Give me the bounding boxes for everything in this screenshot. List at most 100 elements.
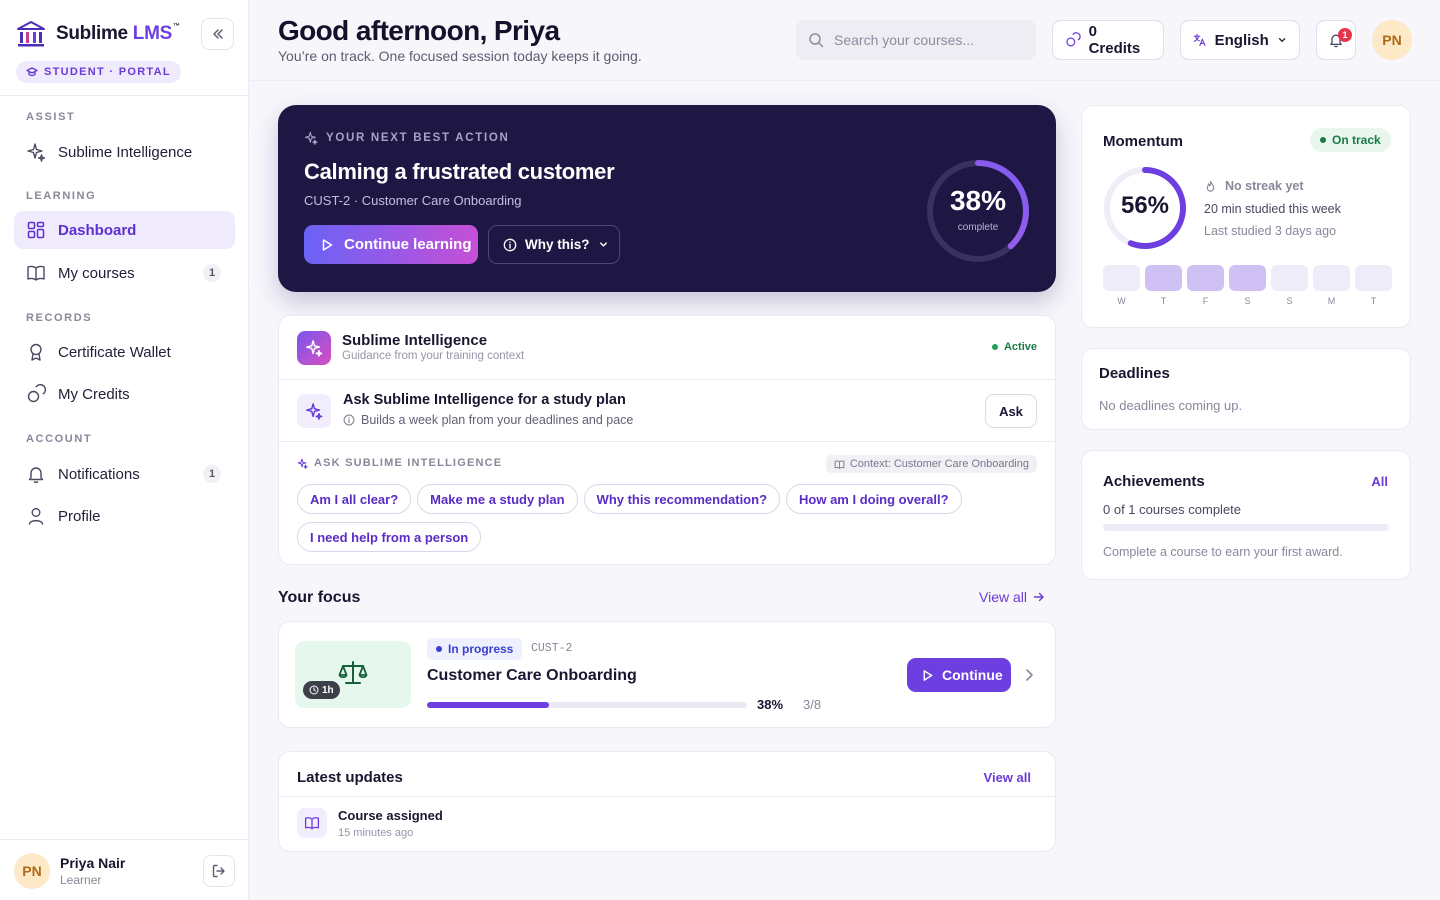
momentum-percent: 56% — [1120, 192, 1170, 219]
course-card[interactable]: 1h In progress CUST-2 Customer Care Onbo… — [278, 621, 1056, 728]
updates-view-all-link[interactable]: View all — [984, 770, 1031, 785]
why-this-label: Why this? — [525, 237, 590, 252]
course-progress-fill — [427, 702, 549, 708]
sidebar-item-sublime-intelligence[interactable]: Sublime Intelligence — [14, 133, 235, 171]
continue-button[interactable]: Continue — [907, 658, 1011, 692]
study-plan-suggestion: Ask Sublime Intelligence for a study pla… — [279, 380, 1055, 442]
deadlines-title: Deadlines — [1099, 365, 1170, 382]
course-progress-percent: 38% — [757, 697, 784, 712]
day-activity-box — [1145, 265, 1182, 291]
portal-badge-label: STUDENT · PORTAL — [44, 66, 171, 78]
course-progress-bar — [427, 702, 747, 708]
week-activity: W T F S S M T — [1103, 265, 1392, 306]
course-progress-ring: 38% complete — [924, 157, 1032, 265]
credits-button[interactable]: 0 Credits — [1052, 20, 1164, 60]
sidebar-item-dashboard[interactable]: Dashboard — [14, 211, 235, 249]
prompt-chip[interactable]: I need help from a person — [297, 522, 482, 552]
language-select[interactable]: English — [1180, 20, 1300, 60]
avatar[interactable]: PN — [1372, 20, 1412, 60]
coins-icon — [27, 384, 46, 403]
sidebar-item-label: Profile — [58, 507, 101, 525]
page-title: Good afternoon, Priya — [278, 15, 560, 46]
language-label: English — [1214, 31, 1269, 49]
day-activity-box — [1187, 265, 1224, 291]
suggestion-icon-wrap — [297, 394, 331, 428]
book-icon — [304, 817, 320, 830]
flame-icon — [1206, 180, 1215, 192]
sidebar-item-my-courses[interactable]: My courses 1 — [14, 254, 235, 292]
day-activity-box — [1271, 265, 1308, 291]
last-studied: Last studied 3 days ago — [1204, 224, 1337, 238]
status-dot — [1320, 137, 1326, 143]
sidebar-divider — [0, 95, 249, 96]
prompt-section-label: ASK SUBLIME INTELLIGENCE — [297, 457, 502, 469]
hero-eyebrow-label: YOUR NEXT BEST ACTION — [326, 132, 510, 144]
achievements-hint: Complete a course to earn your first awa… — [1103, 545, 1343, 559]
page-subtitle: You’re on track. One focused session tod… — [278, 48, 642, 64]
sidebar-item-profile[interactable]: Profile — [14, 497, 235, 535]
studied-time: 20 min studied this week — [1204, 202, 1341, 216]
book-icon — [27, 265, 45, 281]
day-cell: S — [1229, 265, 1266, 306]
logout-button[interactable] — [203, 855, 235, 887]
continue-label: Continue — [942, 667, 1003, 683]
view-all-label: View all — [979, 589, 1027, 605]
app-name: Sublime LMS™ — [56, 23, 180, 44]
section-label-account: ACCOUNT — [26, 433, 93, 445]
search-box[interactable] — [796, 20, 1036, 60]
sidebar-item-my-credits[interactable]: My Credits — [14, 375, 235, 413]
search-input[interactable] — [834, 32, 1014, 48]
prompt-label-text: ASK SUBLIME INTELLIGENCE — [314, 457, 503, 469]
suggestion-subtitle-text: Builds a week plan from your deadlines a… — [361, 413, 634, 427]
notification-count-badge: 1 — [1338, 28, 1352, 42]
prompt-chip[interactable]: Am I all clear? — [297, 484, 412, 514]
day-activity-box — [1103, 265, 1140, 291]
user-role: Learner — [60, 873, 102, 887]
deadlines-empty-state: No deadlines coming up. — [1099, 398, 1243, 413]
status-dot — [436, 646, 442, 652]
ask-button[interactable]: Ask — [985, 394, 1037, 428]
sidebar-item-label: My courses — [58, 264, 135, 282]
latest-updates-card: Latest updates View all Course assigned … — [278, 751, 1056, 852]
chevron-right-icon[interactable] — [1023, 665, 1037, 685]
continue-learning-label: Continue learning — [344, 236, 472, 253]
brand[interactable]: Sublime LMS™ — [16, 20, 180, 48]
day-cell: M — [1313, 265, 1350, 306]
user-name: Priya Nair — [60, 855, 126, 871]
sparkle-icon — [304, 131, 318, 145]
notifications-button[interactable]: 1 — [1316, 20, 1356, 60]
status-badge: In progress — [427, 638, 523, 660]
sparkle-icon — [297, 458, 308, 469]
play-icon — [322, 238, 333, 251]
streak-label: No streak yet — [1225, 179, 1304, 193]
sidebar-item-notifications[interactable]: Notifications 1 — [14, 455, 235, 493]
prompt-chip[interactable]: How am I doing overall? — [786, 484, 962, 514]
collapse-sidebar-button[interactable] — [201, 18, 234, 50]
play-icon — [923, 669, 933, 681]
focus-view-all-link[interactable]: View all — [979, 589, 1045, 605]
avatar[interactable]: PN — [14, 853, 50, 889]
info-icon — [503, 238, 517, 251]
scales-icon — [338, 661, 368, 684]
achievements-all-link[interactable]: All — [1371, 474, 1388, 489]
search-icon — [809, 33, 824, 48]
sparkle-icon — [306, 403, 323, 420]
prompt-chip[interactable]: Make me a study plan — [417, 484, 578, 514]
continue-learning-button[interactable]: Continue learning — [304, 225, 478, 264]
hero-subtitle: CUST-2 · Customer Care Onboarding — [304, 193, 522, 208]
prompt-chip[interactable]: Why this recommendation? — [583, 484, 781, 514]
credits-label: 0 Credits — [1088, 23, 1141, 57]
assistant-header: Sublime Intelligence Guidance from your … — [279, 316, 1055, 380]
momentum-title: Momentum — [1103, 133, 1183, 150]
day-label: M — [1327, 296, 1336, 306]
day-cell: T — [1355, 265, 1392, 306]
sidebar: Sublime LMS™ STUDENT · PORTAL ASSIST Sub… — [0, 0, 249, 900]
sidebar-item-certificate-wallet[interactable]: Certificate Wallet — [14, 333, 235, 371]
update-title[interactable]: Course assigned — [338, 808, 443, 823]
chevrons-left-icon — [212, 29, 223, 39]
day-activity-box — [1313, 265, 1350, 291]
sidebar-item-label: Dashboard — [58, 221, 137, 239]
why-this-button[interactable]: Why this? — [488, 225, 620, 264]
status-badge: Active — [991, 341, 1037, 353]
status-label: In progress — [448, 642, 514, 656]
